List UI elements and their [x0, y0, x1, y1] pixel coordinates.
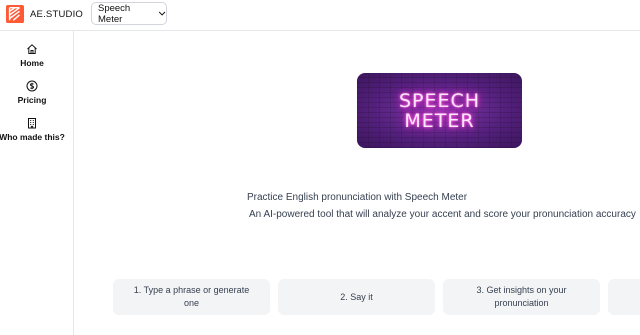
chevron-down-icon: [158, 11, 166, 16]
home-icon: [27, 44, 37, 54]
ae-studio-logo[interactable]: AE.STUDIO: [6, 5, 83, 23]
step-label: 3. Get insights on your pronunciation: [476, 285, 567, 308]
step-card: 2. Say it: [278, 279, 435, 315]
step-label: 1. Type a phrase or generate one: [133, 285, 250, 308]
step-card: 1. Type a phrase or generate one: [113, 279, 270, 315]
building-icon: [28, 118, 36, 129]
logo-text: AE.STUDIO: [30, 8, 84, 20]
tagline: Practice English pronunciation with Spee…: [246, 192, 468, 203]
step-card-partial: [608, 279, 640, 315]
top-bar: AE.STUDIO Speech Meter: [0, 0, 640, 31]
sidebar-item-pricing[interactable]: Pricing: [0, 80, 64, 105]
speech-meter-hero-image: SPEECH METER: [357, 73, 522, 148]
sidebar: Home Pricing Who made this?: [0, 31, 74, 335]
step-label: 2. Say it: [340, 291, 373, 302]
sub-tagline: An AI-powered tool that will analyze you…: [249, 209, 636, 220]
dollar-circle-icon: [26, 80, 38, 92]
sidebar-item-label: Home: [20, 58, 44, 68]
app-selector[interactable]: Speech Meter: [91, 2, 167, 25]
step-card: 3. Get insights on your pronunciation: [443, 279, 600, 315]
main-content: SPEECH METER Practice English pronunciat…: [74, 31, 640, 335]
hero-title-line-1: SPEECH: [398, 89, 481, 112]
sidebar-item-home[interactable]: Home: [0, 43, 64, 68]
sidebar-item-label: Pricing: [17, 95, 47, 105]
ae-studio-logo-icon: [6, 5, 24, 23]
steps-row: 1. Type a phrase or generate one 2. Say …: [113, 279, 640, 315]
sidebar-item-who-made-this[interactable]: Who made this?: [0, 117, 65, 142]
sidebar-item-label: Who made this?: [0, 132, 65, 142]
app-selector-value: Speech Meter: [98, 2, 131, 25]
hero-title-line-2: METER: [404, 109, 475, 132]
